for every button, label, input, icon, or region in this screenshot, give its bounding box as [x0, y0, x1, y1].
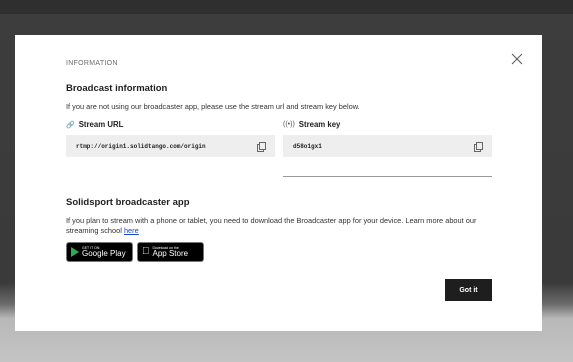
- link-icon: 🔗: [66, 121, 75, 129]
- page-background-header: [0, 0, 573, 14]
- stream-url-label: 🔗 Stream URL: [66, 120, 123, 129]
- stream-key-value: d58o1gx1: [293, 142, 322, 150]
- modal-eyebrow: INFORMATION: [66, 60, 118, 67]
- stream-url-field[interactable]: rtmp://origin1.solidtango.com/origin: [66, 135, 275, 157]
- apple-icon: : [142, 247, 150, 257]
- broadcast-info-modal: INFORMATION Broadcast information If you…: [15, 35, 542, 331]
- copy-icon[interactable]: [257, 141, 266, 152]
- streaming-school-link[interactable]: here: [124, 226, 139, 235]
- stream-key-label-text: Stream key: [298, 120, 341, 129]
- broadcaster-app-title: Solidsport broadcaster app: [66, 197, 190, 208]
- app-store-button[interactable]:  Download on the App Store: [137, 242, 204, 262]
- stream-key-field[interactable]: d58o1gx1: [283, 135, 492, 157]
- broadcast-info-title: Broadcast information: [66, 83, 168, 94]
- broadcaster-app-description: If you plan to stream with a phone or ta…: [66, 216, 496, 236]
- got-it-button[interactable]: Got it: [445, 279, 492, 301]
- app-store-text: Download on the App Store: [153, 246, 189, 258]
- google-play-text: GET IT ON Google Play: [82, 246, 126, 258]
- stream-url-value: rtmp://origin1.solidtango.com/origin: [76, 142, 206, 150]
- broadcast-icon: ((•)): [283, 121, 295, 128]
- google-play-icon: [71, 247, 79, 257]
- broadcast-info-description: If you are not using our broadcaster app…: [66, 102, 360, 111]
- stream-url-label-text: Stream URL: [78, 120, 124, 129]
- google-play-button[interactable]: GET IT ON Google Play: [66, 242, 133, 262]
- copy-icon[interactable]: [474, 141, 483, 152]
- stream-key-label: ((•)) Stream key: [283, 120, 340, 129]
- close-icon[interactable]: [509, 51, 525, 67]
- google-play-big-text: Google Play: [82, 249, 126, 258]
- section-divider: [283, 176, 492, 177]
- app-store-big-text: App Store: [145, 249, 189, 258]
